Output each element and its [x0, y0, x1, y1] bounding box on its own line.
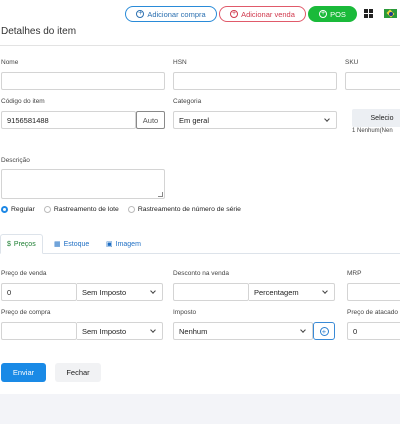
- tracking-serial-option[interactable]: Rastreamento de número de série: [127, 206, 241, 213]
- radio-icon[interactable]: [127, 206, 135, 213]
- apps-grid-icon[interactable]: [364, 9, 373, 18]
- hsn-label: HSN: [173, 59, 187, 66]
- tab-bar: $ Preços ▦ Estoque ▣ Imagem: [0, 234, 400, 254]
- add-tax-button[interactable]: +: [313, 322, 335, 340]
- category-value: Em geral: [179, 115, 210, 125]
- purchase-price-input[interactable]: [1, 322, 77, 340]
- add-purchase-label: Adicionar compra: [147, 9, 206, 19]
- select-button[interactable]: Selecio: [352, 109, 400, 127]
- page-title: Detalhes do item: [1, 26, 77, 37]
- calendar-icon: ▦: [54, 241, 61, 248]
- tax-label: Imposto: [173, 309, 197, 316]
- plus-circle-icon: +: [230, 10, 239, 18]
- tab-image-label: Imagem: [115, 240, 141, 248]
- selection-note: 1 Nenhum(Nen: [352, 128, 393, 134]
- dollar-icon: $: [7, 240, 11, 248]
- item-form-page: + Adicionar compra + Adicionar venda + P…: [0, 0, 400, 424]
- tab-prices[interactable]: $ Preços: [0, 234, 43, 254]
- pos-label: POS: [330, 9, 346, 19]
- add-sale-button[interactable]: + Adicionar venda: [219, 6, 306, 22]
- page-background-footer: [0, 394, 400, 424]
- purchase-tax-value: Sem Imposto: [82, 326, 127, 336]
- tab-stock-label: Estoque: [63, 240, 90, 248]
- brazil-flag-icon[interactable]: [384, 9, 397, 18]
- wholesale-price-label: Preço de atacado: [347, 309, 398, 316]
- chevron-down-icon: [324, 116, 330, 122]
- tracking-batch-label: Rastreamento de lote: [53, 206, 119, 213]
- sale-tax-value: Sem Imposto: [82, 287, 127, 297]
- tracking-serial-label: Rastreamento de número de série: [137, 206, 241, 213]
- mrp-label: MRP: [347, 270, 362, 277]
- plus-circle-icon: +: [136, 10, 145, 18]
- wholesale-price-input[interactable]: 0: [347, 322, 400, 340]
- category-label: Categoria: [173, 98, 202, 105]
- description-textarea[interactable]: [1, 169, 165, 199]
- sku-label: SKU: [345, 59, 359, 66]
- item-code-input[interactable]: 9156581488: [1, 111, 136, 129]
- resize-handle-icon[interactable]: [158, 192, 163, 197]
- radio-icon[interactable]: [43, 206, 51, 213]
- chevron-down-icon: [322, 288, 328, 294]
- plus-circle-icon: +: [319, 10, 328, 18]
- purchase-tax-select[interactable]: Sem Imposto: [77, 322, 163, 340]
- tax-value: Nenhum: [179, 326, 208, 336]
- add-purchase-button[interactable]: + Adicionar compra: [125, 6, 217, 22]
- purchase-price-label: Preço de compra: [1, 309, 51, 316]
- hsn-input[interactable]: [173, 72, 337, 90]
- sale-discount-label: Desconto na venda: [173, 270, 230, 277]
- tab-image[interactable]: ▣ Imagem: [106, 234, 141, 254]
- description-label: Descrição: [1, 157, 30, 164]
- tab-prices-label: Preços: [13, 240, 36, 248]
- tracking-batch-option[interactable]: Rastreamento de lote: [43, 206, 119, 213]
- submit-button[interactable]: Enviar: [1, 363, 46, 382]
- auto-code-button[interactable]: Auto: [136, 111, 165, 129]
- tab-stock[interactable]: ▦ Estoque: [54, 234, 89, 254]
- pos-button[interactable]: + POS: [308, 6, 357, 22]
- sale-discount-input[interactable]: [173, 283, 249, 301]
- radio-selected-icon[interactable]: [1, 206, 8, 213]
- tracking-regular-label: Regular: [11, 206, 35, 213]
- discount-type-select[interactable]: Percentagem: [249, 283, 335, 301]
- name-input[interactable]: [1, 72, 165, 90]
- sale-tax-select[interactable]: Sem Imposto: [77, 283, 163, 301]
- sku-input[interactable]: [345, 72, 400, 90]
- tax-select[interactable]: Nenhum: [173, 322, 313, 340]
- title-divider: [0, 45, 400, 46]
- name-label: Nome: [1, 59, 19, 66]
- mrp-input[interactable]: [347, 283, 400, 301]
- chevron-down-icon: [150, 327, 156, 333]
- category-select[interactable]: Em geral: [173, 111, 337, 129]
- sale-price-label: Preço de venda: [1, 270, 47, 277]
- discount-type-value: Percentagem: [254, 287, 299, 297]
- chevron-down-icon: [300, 327, 306, 333]
- plus-circle-icon: +: [319, 326, 329, 336]
- item-code-label: Código do item: [1, 98, 45, 105]
- tracking-options: Regular Rastreamento de lote Rastreament…: [1, 206, 246, 213]
- add-sale-label: Adicionar venda: [241, 9, 295, 19]
- tracking-regular-option[interactable]: Regular: [1, 206, 35, 213]
- chevron-down-icon: [150, 288, 156, 294]
- sale-price-input[interactable]: 0: [1, 283, 77, 301]
- close-button[interactable]: Fechar: [55, 363, 101, 382]
- image-icon: ▣: [106, 241, 113, 248]
